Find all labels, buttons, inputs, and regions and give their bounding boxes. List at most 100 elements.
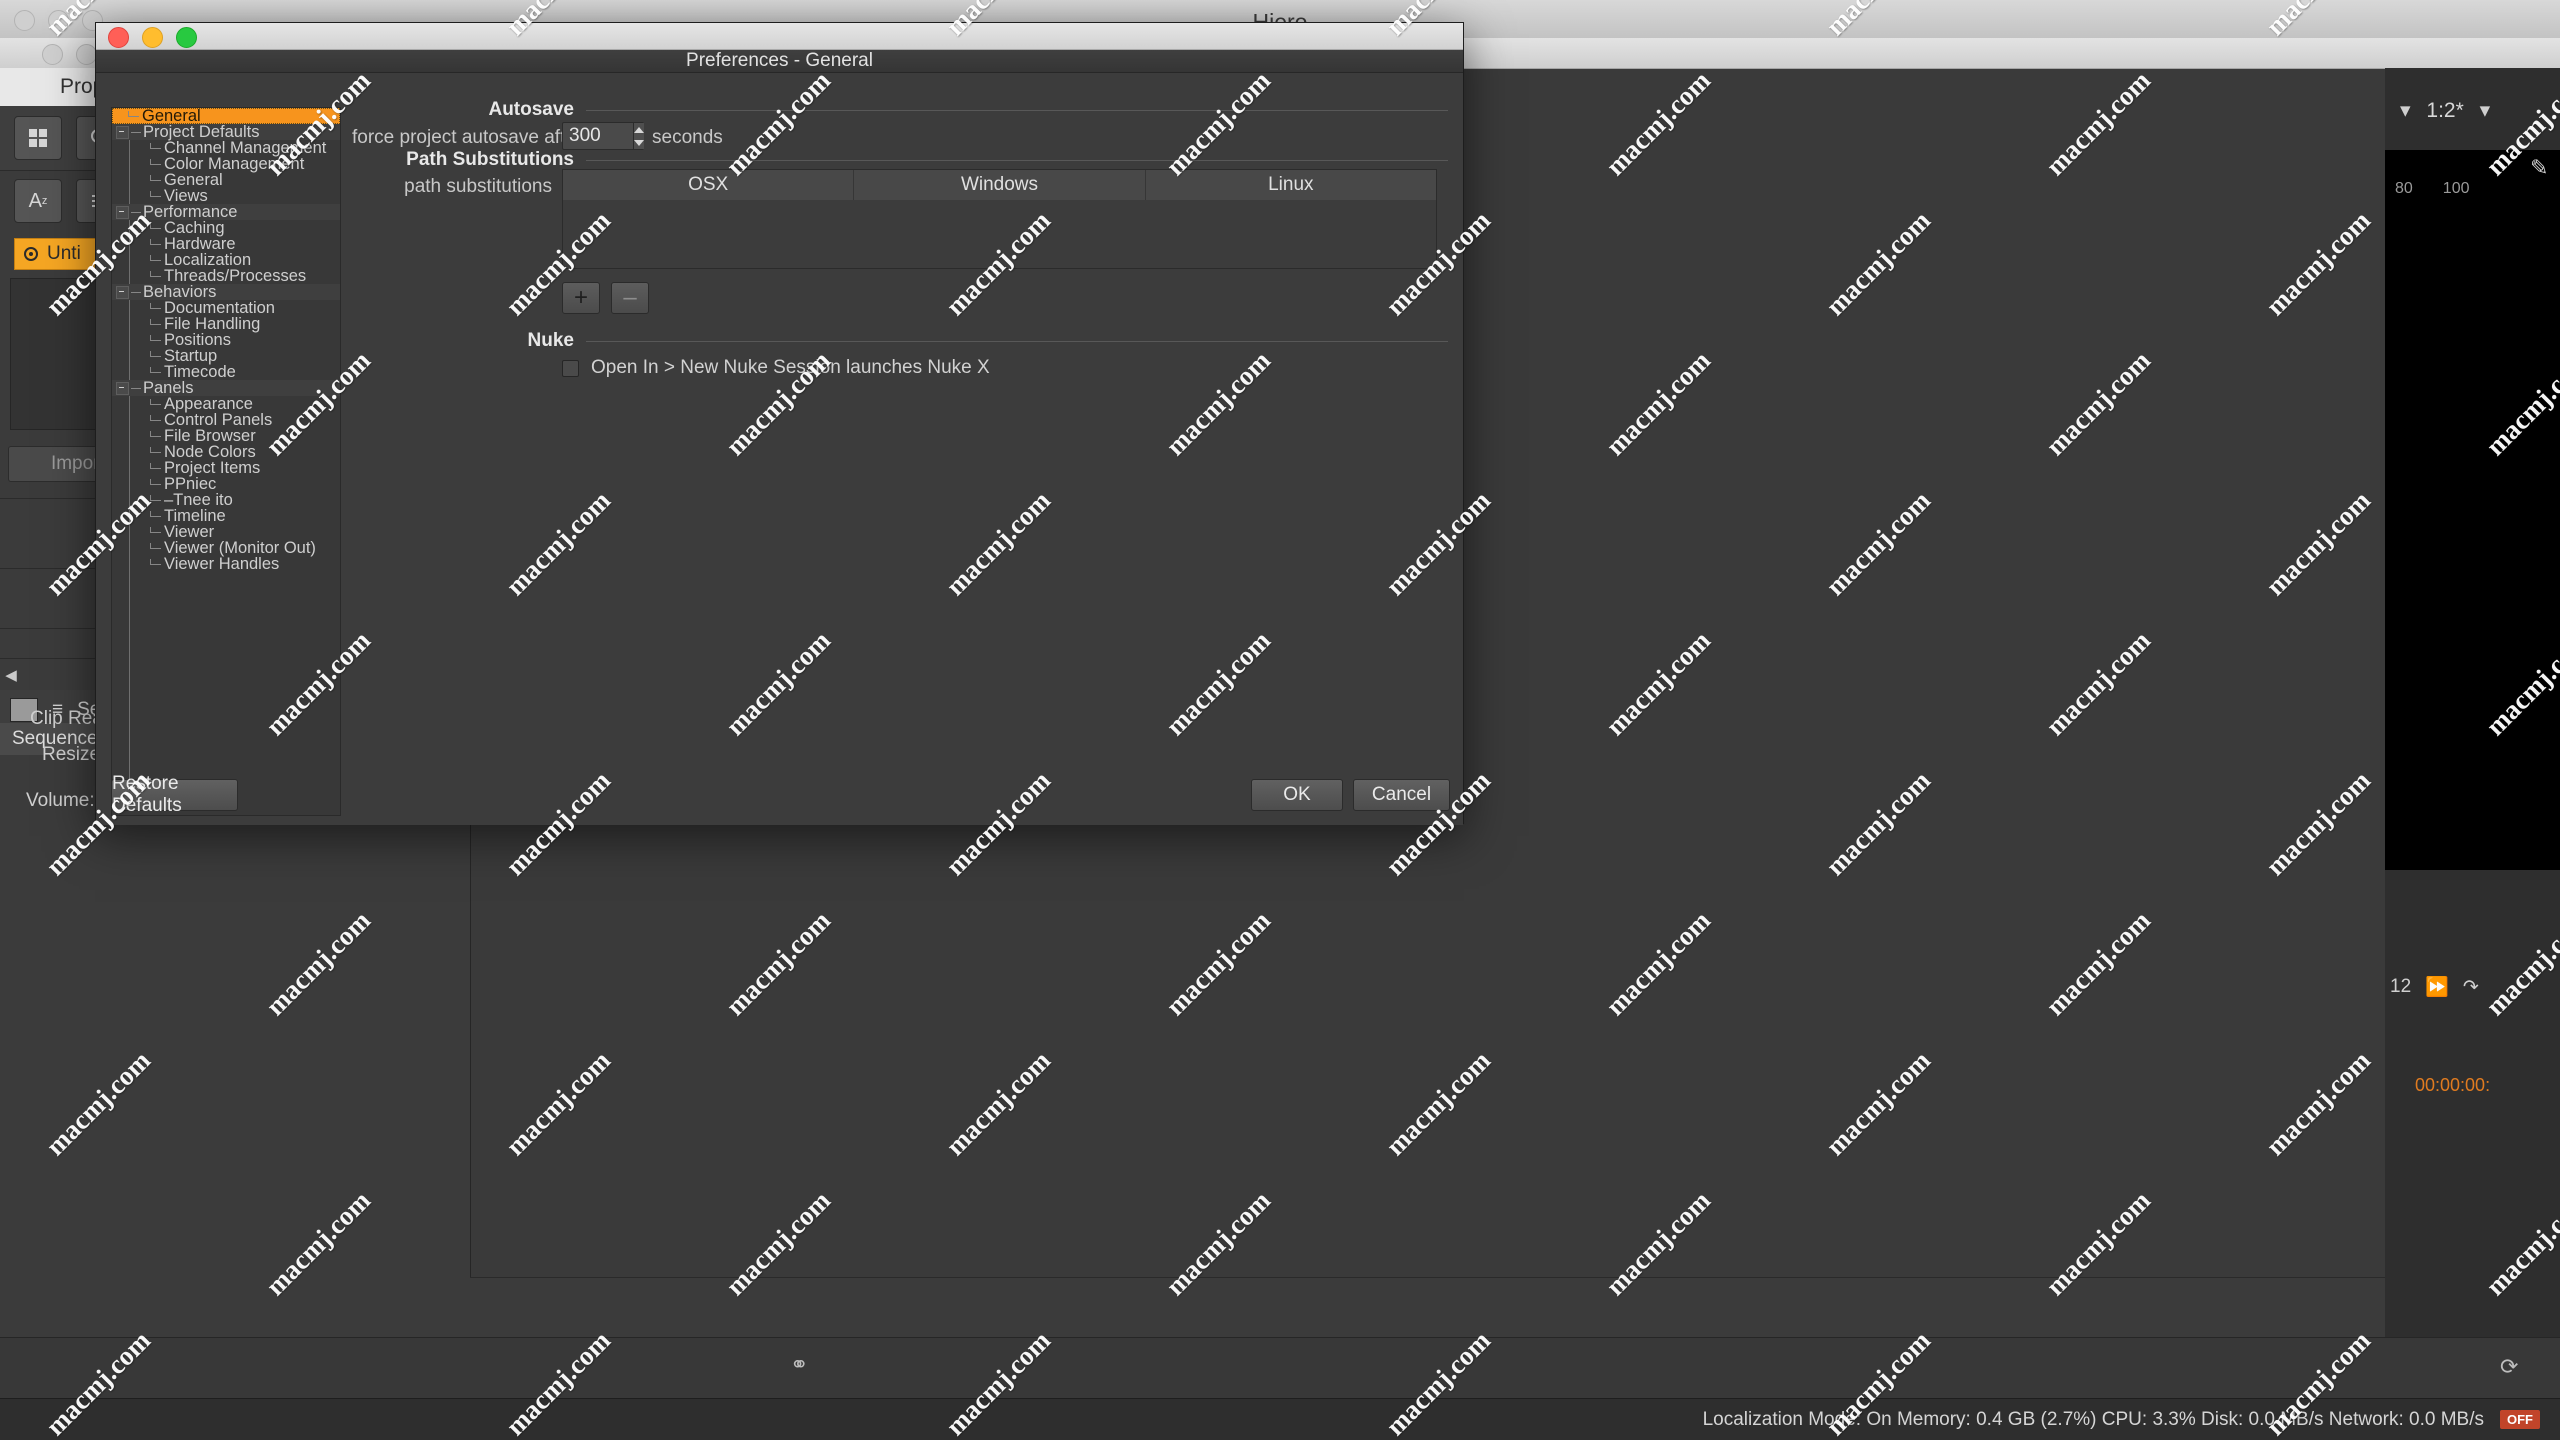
tree-item-project-items[interactable]: Project Items (112, 459, 340, 477)
dialog-titlebar (96, 23, 1463, 50)
section-header-nuke: Nuke (352, 330, 1448, 352)
tree-branch-line (131, 387, 141, 389)
tree-branch-elbow (150, 350, 162, 362)
tree-branch-elbow (150, 142, 162, 154)
tree-branch-elbow (150, 174, 162, 186)
scroll-left-icon[interactable]: ◀ (0, 659, 22, 691)
path-substitutions-heading: Path Substitutions (406, 149, 574, 170)
nuke-x-checkbox-row[interactable]: Open In > New Nuke Session launches Nuke… (562, 357, 990, 379)
preferences-dialog: Preferences - General General Project Def… (95, 22, 1464, 825)
viewer-timecode: 00:00:00: (2415, 1075, 2491, 1095)
path-substitutions-field-label: path substitutions (404, 176, 552, 197)
tree-branch-elbow (150, 478, 162, 490)
section-header-autosave: Autosave (352, 99, 1448, 121)
volume-label: Volume: (26, 790, 95, 811)
preferences-content-pane: Autosave force project autosave after se… (352, 85, 1448, 805)
nuke-x-checkbox[interactable] (562, 359, 579, 377)
tree-item-viewer-handles[interactable]: Viewer Handles (112, 554, 340, 573)
cancel-button[interactable]: Cancel (1353, 779, 1450, 811)
tree-branch-elbow (150, 222, 162, 234)
secondary-close-icon[interactable] (42, 44, 63, 65)
dialog-zoom-icon[interactable] (176, 27, 197, 48)
table-column-header-linux[interactable]: Linux (1146, 170, 1436, 200)
status-bar: Localization Mode: On Memory: 0.4 GB (2.… (0, 1398, 2560, 1440)
refresh-icon[interactable]: ⟳ (2500, 1354, 2518, 1380)
stepper-down-icon[interactable] (634, 136, 644, 149)
loop-icon[interactable]: ↷ (2463, 976, 2479, 999)
timeline-strip (470, 1277, 2385, 1338)
ok-button[interactable]: OK (1251, 779, 1343, 811)
sort-alpha-icon[interactable]: Az (14, 179, 62, 223)
tree-branch-elbow (150, 190, 162, 202)
dialog-close-icon[interactable] (108, 27, 129, 48)
stepper-buttons[interactable] (633, 123, 644, 149)
tree-branch-elbow (150, 542, 162, 554)
fast-forward-icon[interactable]: ⏩ (2425, 975, 2449, 999)
tree-item-general[interactable]: General (112, 171, 340, 189)
path-substitutions-table[interactable]: OSX Windows Linux (562, 169, 1437, 269)
tree-item-timeline[interactable]: Timeline (112, 507, 340, 525)
tree-item-performance[interactable]: Performance (112, 203, 340, 221)
tree-branch-elbow (150, 462, 162, 474)
tree-collapse-icon[interactable] (116, 125, 129, 139)
tree-branch-elbow (150, 238, 162, 250)
tree-item-tnee-ito[interactable]: –Tnee ito (112, 491, 340, 509)
table-column-header-windows[interactable]: Windows (854, 170, 1146, 200)
transport-controls[interactable]: 12 ⏩ ↷ (2390, 975, 2479, 999)
autosave-seconds-stepper[interactable] (562, 122, 644, 150)
section-header-path-substitutions: Path Substitutions (352, 149, 1448, 171)
dialog-body: General Project Defaults Channel Managemen… (96, 73, 1463, 825)
autosave-unit-label: seconds (652, 127, 723, 148)
tree-branch-elbow (150, 318, 162, 330)
tree-branch-elbow (150, 414, 162, 426)
eyedropper-icon[interactable]: ✎ (2530, 155, 2548, 181)
tree-branch-elbow (150, 494, 162, 506)
dialog-minimize-icon[interactable] (142, 27, 163, 48)
tree-branch-elbow (150, 366, 162, 378)
tree-collapse-icon[interactable] (116, 381, 129, 395)
scale-tick-100: 100 (2442, 180, 2470, 197)
viewer-image-area[interactable] (2385, 150, 2560, 870)
zoom-chevron-down-icon[interactable]: ▾ (2480, 99, 2491, 122)
nuke-heading: Nuke (527, 330, 574, 351)
add-path-substitution-button[interactable]: + (562, 282, 600, 314)
zoom-level-selector[interactable]: ▾ 1:2* ▾ (2400, 98, 2490, 123)
tree-branch-elbow (150, 334, 162, 346)
bottom-toolbar: ⚭ ⟳ (0, 1337, 2560, 1398)
zoom-level-value: 1:2* (2426, 99, 2464, 122)
remove-path-substitution-button[interactable]: – (611, 282, 649, 314)
section-rule (586, 109, 1448, 111)
stepper-up-icon[interactable] (634, 123, 644, 136)
tree-branch-elbow (150, 446, 162, 458)
current-frame-value: 12 (2390, 976, 2412, 997)
link-icon[interactable]: ⚭ (790, 1352, 808, 1378)
tree-item-color-management[interactable]: Color Management (112, 155, 340, 173)
autosave-field-label: force project autosave after (352, 127, 583, 148)
tree-collapse-icon[interactable] (116, 205, 129, 219)
tree-item-positions[interactable]: Positions (112, 331, 340, 349)
dialog-title: Preferences - General (686, 50, 873, 71)
secondary-minimize-icon[interactable] (76, 44, 97, 65)
tree-branch-elbow (150, 158, 162, 170)
restore-defaults-button[interactable]: Restore Defaults (111, 773, 238, 816)
clip-icon (24, 247, 38, 261)
bin-item-label: Unti (47, 243, 81, 264)
nuke-x-checkbox-label: Open In > New Nuke Session launches Nuke… (591, 357, 990, 378)
status-badge[interactable]: OFF (2500, 1410, 2540, 1429)
preferences-tree[interactable]: General Project Defaults Channel Managemen… (111, 107, 341, 816)
tree-branch-line (131, 291, 141, 293)
tree-branch-elbow (150, 254, 162, 266)
chevron-down-icon[interactable]: ▾ (2400, 99, 2411, 122)
grid-view-icon[interactable] (14, 116, 62, 160)
tree-branch-line (131, 131, 141, 133)
autosave-heading: Autosave (488, 99, 574, 120)
tree-collapse-icon[interactable] (116, 285, 129, 299)
autosave-seconds-input[interactable] (563, 123, 633, 149)
tree-branch-elbow (150, 398, 162, 410)
table-body[interactable] (563, 200, 1436, 268)
tree-branch-elbow (150, 302, 162, 314)
dialog-window-controls[interactable] (108, 27, 197, 48)
tree-item-label: Viewer Handles (164, 554, 280, 573)
table-column-header-osx[interactable]: OSX (563, 170, 855, 200)
tree-branch-elbow (150, 510, 162, 522)
